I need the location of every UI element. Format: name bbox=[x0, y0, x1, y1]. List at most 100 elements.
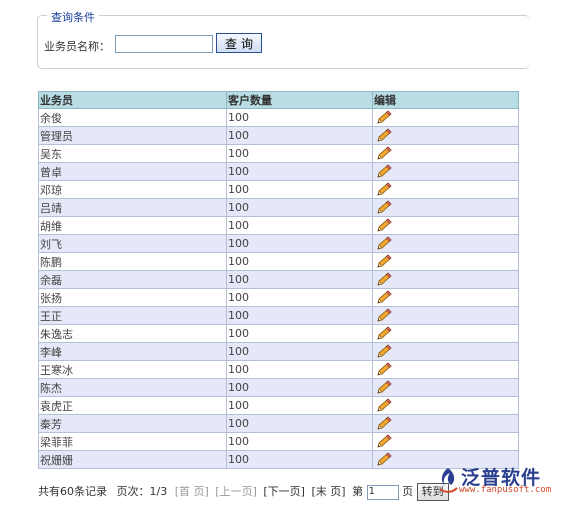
edit-cell bbox=[372, 270, 519, 289]
customer-count-cell: 100 bbox=[226, 234, 373, 253]
pencil-icon[interactable] bbox=[376, 272, 393, 287]
salesperson-name-input[interactable] bbox=[115, 35, 213, 53]
pencil-icon[interactable] bbox=[376, 362, 393, 377]
edit-cell bbox=[372, 414, 519, 433]
pencil-icon[interactable] bbox=[376, 344, 393, 359]
pencil-icon[interactable] bbox=[376, 398, 393, 413]
salesperson-name-cell: 秦芳 bbox=[38, 414, 227, 433]
edit-cell bbox=[372, 342, 519, 361]
goto-page-input[interactable]: 1 bbox=[366, 484, 399, 500]
pencil-icon[interactable] bbox=[376, 164, 393, 179]
pencil-icon[interactable] bbox=[376, 452, 393, 467]
goto-suffix: 页 bbox=[402, 485, 414, 498]
last-page-link[interactable]: [末 页] bbox=[311, 483, 345, 499]
pencil-icon[interactable] bbox=[376, 416, 393, 431]
salesperson-name-cell: 朱逸志 bbox=[38, 324, 227, 343]
edit-cell bbox=[372, 324, 519, 343]
salesperson-name-cell: 曾卓 bbox=[38, 162, 227, 181]
edit-cell bbox=[372, 216, 519, 235]
table-row: 刘飞 100 bbox=[38, 234, 519, 253]
edit-cell bbox=[372, 180, 519, 199]
table-row: 余磊 100 bbox=[38, 270, 519, 289]
customer-count-cell: 100 bbox=[226, 180, 373, 199]
prev-page-link[interactable]: [上一页] bbox=[215, 483, 257, 499]
table-row: 吕靖 100 bbox=[38, 198, 519, 217]
pencil-icon[interactable] bbox=[376, 434, 393, 449]
table-row: 邓琼 100 bbox=[38, 180, 519, 199]
edit-cell bbox=[372, 126, 519, 145]
query-button[interactable]: 查询 bbox=[216, 33, 262, 53]
table-header-row: 业务员 客户数量 编辑 bbox=[38, 91, 519, 109]
pencil-icon[interactable] bbox=[376, 254, 393, 269]
table-row: 朱逸志 100 bbox=[38, 324, 519, 343]
pencil-icon[interactable] bbox=[376, 218, 393, 233]
salesperson-name-cell: 祝姗姗 bbox=[38, 450, 227, 469]
customer-count-cell: 100 bbox=[226, 198, 373, 217]
column-header-salesperson: 业务员 bbox=[38, 91, 227, 109]
table-row: 陈杰 100 bbox=[38, 378, 519, 397]
table-row: 秦芳 100 bbox=[38, 414, 519, 433]
pencil-icon[interactable] bbox=[376, 236, 393, 251]
salesperson-name-cell: 陈杰 bbox=[38, 378, 227, 397]
pencil-icon[interactable] bbox=[376, 200, 393, 215]
salesperson-name-cell: 吕靖 bbox=[38, 198, 227, 217]
pencil-icon[interactable] bbox=[376, 182, 393, 197]
customer-count-cell: 100 bbox=[226, 306, 373, 325]
column-header-customer-count: 客户数量 bbox=[226, 91, 373, 109]
customer-count-cell: 100 bbox=[226, 360, 373, 379]
customer-count-cell: 100 bbox=[226, 216, 373, 235]
first-page-link[interactable]: [首 页] bbox=[175, 483, 209, 499]
table-row: 张扬 100 bbox=[38, 288, 519, 307]
pencil-icon[interactable] bbox=[376, 326, 393, 341]
salesperson-name-cell: 袁虎正 bbox=[38, 396, 227, 415]
salesperson-name-cell: 陈鹏 bbox=[38, 252, 227, 271]
salesperson-name-cell: 邓琼 bbox=[38, 180, 227, 199]
table-row: 王寒冰 100 bbox=[38, 360, 519, 379]
next-page-link[interactable]: [下一页] bbox=[263, 483, 305, 499]
pagination-bar: 共有60条记录 页次：1/3 [首 页] [上一页] [下一页] [末 页] 第… bbox=[38, 483, 449, 501]
table-row: 梁菲菲 100 bbox=[38, 432, 519, 451]
salesperson-name-cell: 余俊 bbox=[38, 108, 227, 127]
salesperson-name-cell: 胡维 bbox=[38, 216, 227, 235]
salesperson-name-cell: 吴东 bbox=[38, 144, 227, 163]
pencil-icon[interactable] bbox=[376, 290, 393, 305]
pencil-icon[interactable] bbox=[376, 146, 393, 161]
edit-cell bbox=[372, 198, 519, 217]
salesperson-name-cell: 王正 bbox=[38, 306, 227, 325]
edit-cell bbox=[372, 378, 519, 397]
table-row: 李峰 100 bbox=[38, 342, 519, 361]
edit-cell bbox=[372, 144, 519, 163]
table-row: 陈鹏 100 bbox=[38, 252, 519, 271]
pencil-icon[interactable] bbox=[376, 308, 393, 323]
goto-prefix: 第 bbox=[352, 485, 364, 498]
brand-logo-icon bbox=[439, 468, 458, 493]
table-row: 管理员 100 bbox=[38, 126, 519, 145]
table-row: 胡维 100 bbox=[38, 216, 519, 235]
query-fieldset bbox=[37, 15, 530, 69]
customer-count-cell: 100 bbox=[226, 324, 373, 343]
total-records: 共有60条记录 bbox=[38, 485, 107, 498]
edit-cell bbox=[372, 360, 519, 379]
edit-cell bbox=[372, 432, 519, 451]
salesperson-table: 业务员 客户数量 编辑 余俊 100 管理员 100 吴东 100 曾卓 100 邓琼 100 吕靖… bbox=[38, 91, 519, 469]
pencil-icon[interactable] bbox=[376, 128, 393, 143]
customer-count-cell: 100 bbox=[226, 252, 373, 271]
salesperson-name-cell: 余磊 bbox=[38, 270, 227, 289]
salesperson-name-cell: 王寒冰 bbox=[38, 360, 227, 379]
table-body: 余俊 100 管理员 100 吴东 100 曾卓 100 邓琼 100 吕靖 100 胡维 100 刘飞 10… bbox=[38, 108, 519, 469]
pencil-icon[interactable] bbox=[376, 110, 393, 125]
customer-count-cell: 100 bbox=[226, 270, 373, 289]
customer-count-cell: 100 bbox=[226, 450, 373, 469]
table-row: 吴东 100 bbox=[38, 144, 519, 163]
salesperson-name-cell: 李峰 bbox=[38, 342, 227, 361]
table-row: 余俊 100 bbox=[38, 108, 519, 127]
edit-cell bbox=[372, 234, 519, 253]
customer-count-cell: 100 bbox=[226, 414, 373, 433]
customer-count-cell: 100 bbox=[226, 396, 373, 415]
customer-count-cell: 100 bbox=[226, 432, 373, 451]
edit-cell bbox=[372, 396, 519, 415]
salesperson-name-cell: 张扬 bbox=[38, 288, 227, 307]
pencil-icon[interactable] bbox=[376, 380, 393, 395]
column-header-edit: 编辑 bbox=[372, 91, 519, 109]
edit-cell bbox=[372, 306, 519, 325]
